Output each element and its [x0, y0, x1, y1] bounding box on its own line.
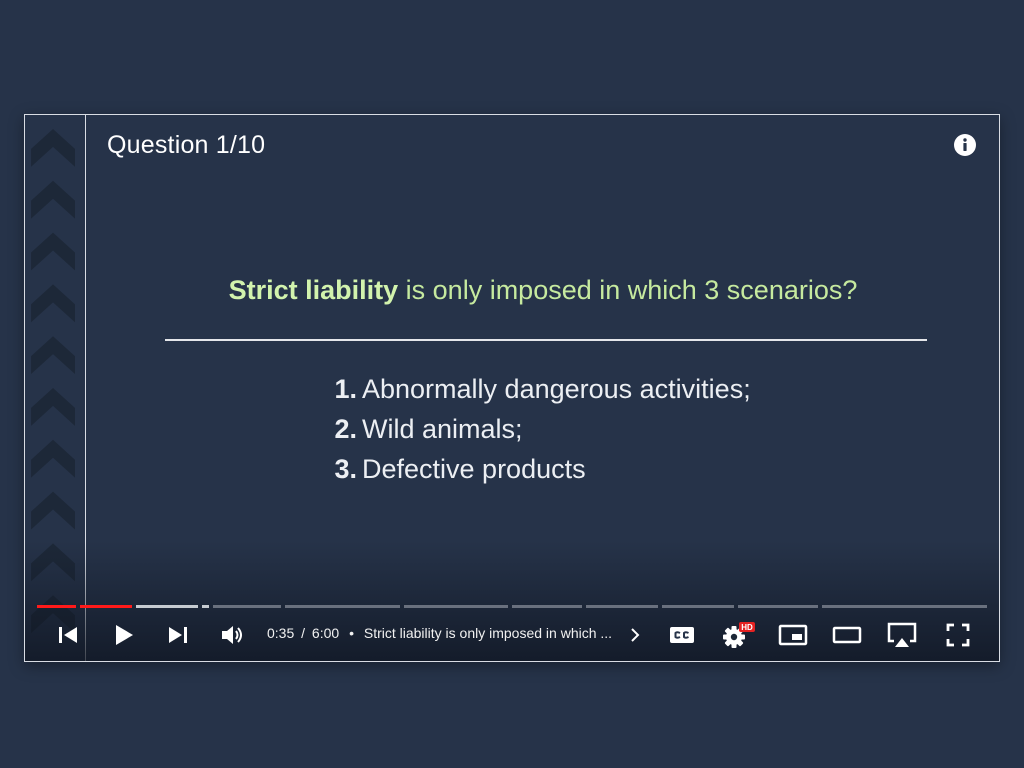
question-remainder: is only imposed in which 3 scenarios? [398, 275, 858, 305]
time-display: 0:35 / 6:00 • Strict liability is only i… [267, 625, 612, 641]
skip-next-button[interactable] [163, 615, 193, 655]
progress-played [80, 605, 132, 608]
fullscreen-icon [946, 623, 970, 647]
progress-chapter-segment[interactable] [80, 605, 132, 608]
progress-chapter-segment[interactable] [404, 605, 508, 608]
skip-previous-button[interactable] [53, 615, 83, 655]
progress-chapter-segment[interactable] [512, 605, 582, 608]
answer-text: Wild animals; [362, 414, 523, 444]
skip-next-icon [169, 627, 187, 643]
closed-captions-icon [670, 627, 694, 643]
airplay-icon [887, 622, 917, 647]
answer-number: 2. [334, 414, 357, 444]
progress-chapter-segment[interactable] [586, 605, 658, 608]
airplay-button[interactable] [885, 615, 919, 655]
question-highlight: Strict liability [228, 275, 399, 305]
answer-number: 3. [334, 454, 357, 484]
fullscreen-button[interactable] [943, 615, 973, 655]
progress-chapter-segment[interactable] [738, 605, 818, 608]
skip-previous-icon [59, 627, 77, 643]
miniplayer-button[interactable] [777, 615, 809, 655]
progress-chapter-segment[interactable] [202, 605, 209, 608]
answer-text: Abnormally dangerous activities; [362, 374, 751, 404]
progress-chapter-segment[interactable] [285, 605, 400, 608]
progress-bar[interactable] [37, 605, 987, 608]
question-text: Strict liability is only imposed in whic… [85, 275, 999, 306]
progress-buffered [136, 605, 198, 608]
volume-icon [222, 626, 242, 644]
duration: 6:00 [311, 625, 340, 641]
progress-chapter-segment[interactable] [37, 605, 76, 608]
divider-rule [165, 339, 927, 341]
time-separator: / [301, 625, 306, 641]
settings-icon: HD [723, 622, 755, 648]
answer-text: Defective products [362, 454, 586, 484]
current-time: 0:35 [267, 625, 295, 641]
chapter-bullet: • [349, 625, 354, 641]
info-icon[interactable] [953, 133, 977, 157]
progress-chapter-segment[interactable] [213, 605, 281, 608]
progress-played [37, 605, 76, 608]
chevron-right-icon[interactable] [627, 627, 643, 643]
progress-buffered [202, 605, 209, 608]
progress-chapter-segment[interactable] [822, 605, 987, 608]
theater-mode-button[interactable] [831, 615, 863, 655]
subtitles-button[interactable] [667, 615, 697, 655]
play-icon [116, 625, 133, 645]
answer-list: 1. Abnormally dangerous activities; 2. W… [325, 369, 751, 489]
theater-mode-icon [832, 626, 862, 644]
miniplayer-icon [778, 624, 808, 646]
question-counter: Question 1/10 [107, 131, 266, 159]
progress-chapter-segment[interactable] [136, 605, 198, 608]
answer-item: 3. Defective products [325, 449, 751, 489]
volume-button[interactable] [217, 615, 249, 655]
video-player[interactable]: Question 1/10 Strict liability is only i… [24, 114, 1000, 662]
answer-item: 2. Wild animals; [325, 409, 751, 449]
answer-number: 1. [334, 374, 357, 404]
answer-item: 1. Abnormally dangerous activities; [325, 369, 751, 409]
hd-badge: HD [741, 623, 753, 632]
settings-button[interactable]: HD [721, 615, 759, 655]
progress-chapter-segment[interactable] [662, 605, 734, 608]
chapter-title[interactable]: Strict liability is only imposed in whic… [364, 625, 612, 641]
player-controls: 0:35 / 6:00 • Strict liability is only i… [25, 615, 999, 655]
play-button[interactable] [109, 615, 139, 655]
